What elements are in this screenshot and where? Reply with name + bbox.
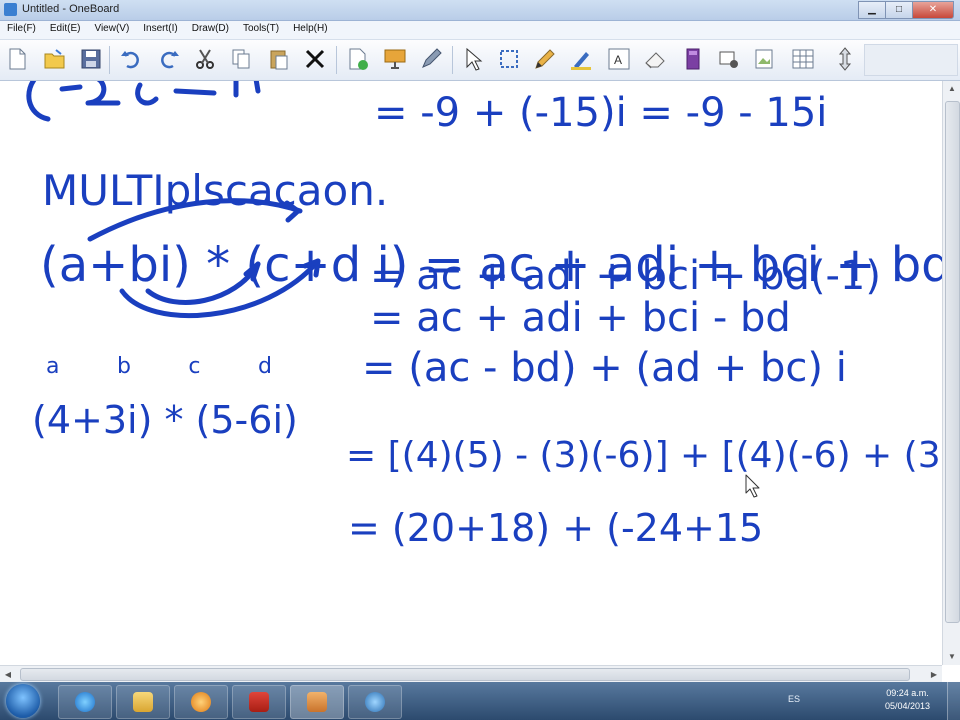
text-icon[interactable]: A xyxy=(606,46,632,72)
eraser-icon[interactable] xyxy=(642,46,668,72)
acrobat-icon xyxy=(249,692,269,712)
insert-image-icon[interactable] xyxy=(752,46,778,72)
toolbar: A xyxy=(0,40,960,81)
cut-icon[interactable] xyxy=(192,46,218,72)
menu-insert[interactable]: Insert(I) xyxy=(136,21,184,39)
menu-help[interactable]: Help(H) xyxy=(286,21,334,39)
ie-icon xyxy=(75,692,95,712)
redo-icon[interactable] xyxy=(156,46,182,72)
language-indicator[interactable]: ES xyxy=(788,694,800,704)
select-arrow-icon[interactable] xyxy=(460,46,486,72)
handwriting-layer: = -9 + (-15)i = -9 - 15i MULTIplscacaon.… xyxy=(26,81,942,550)
handwritten-top-line: = -9 + (-15)i = -9 - 15i xyxy=(374,90,827,136)
pen-settings-icon[interactable] xyxy=(418,46,444,72)
taskbar-explorer[interactable] xyxy=(116,685,170,719)
color-icon[interactable] xyxy=(680,46,706,72)
handwritten-example-labels: a b c d xyxy=(46,354,272,379)
window-title: Untitled - OneBoard xyxy=(22,3,120,15)
handwritten-step-4: = [(4)(5) - (3)(-6)] + [(4)(-6) + (3)(5)… xyxy=(346,435,942,476)
undo-icon[interactable] xyxy=(118,46,144,72)
horizontal-scrollbar[interactable]: ◀ ▶ xyxy=(0,665,942,683)
window-controls: ▁ □ ✕ xyxy=(858,1,954,19)
screen-capture-icon[interactable] xyxy=(382,46,408,72)
taskbar-oneboard[interactable] xyxy=(290,685,344,719)
mouse-cursor-icon xyxy=(745,474,760,498)
new-slide-icon[interactable] xyxy=(344,46,370,72)
clock[interactable]: 09:24 a.m. 05/04/2013 xyxy=(885,687,930,713)
show-desktop-button[interactable] xyxy=(947,682,960,720)
menu-file[interactable]: File(F) xyxy=(0,21,43,39)
taskbar-ie[interactable] xyxy=(58,685,112,719)
handwritten-step-5: = (20+18) + (-24+15 xyxy=(348,506,763,550)
shape-icon[interactable] xyxy=(716,46,742,72)
ink-stroke xyxy=(59,81,261,106)
menu-view[interactable]: View(V) xyxy=(87,21,136,39)
network-icon xyxy=(365,692,385,712)
open-icon[interactable] xyxy=(42,46,68,72)
copy-icon[interactable] xyxy=(228,46,254,72)
svg-text:A: A xyxy=(614,53,622,67)
folder-icon xyxy=(133,692,153,712)
scroll-left-arrow-icon[interactable]: ◀ xyxy=(0,666,16,683)
table-icon[interactable] xyxy=(790,46,816,72)
clock-time: 09:24 a.m. xyxy=(886,688,929,698)
whiteboard-canvas[interactable]: = -9 + (-15)i = -9 - 15i MULTIplscacaon.… xyxy=(0,81,942,665)
start-button[interactable] xyxy=(6,684,40,718)
menu-edit[interactable]: Edit(E) xyxy=(43,21,88,39)
scroll-up-arrow-icon[interactable]: ▲ xyxy=(943,81,960,97)
delete-icon[interactable] xyxy=(302,46,328,72)
vertical-scroll-thumb[interactable] xyxy=(945,101,960,623)
minimize-button[interactable]: ▁ xyxy=(858,1,886,19)
vertical-scrollbar[interactable]: ▲ ▼ xyxy=(942,81,960,665)
taskbar: ES 09:24 a.m. 05/04/2013 xyxy=(0,682,960,720)
taskbar-network[interactable] xyxy=(348,685,402,719)
taskbar-acrobat[interactable] xyxy=(232,685,286,719)
horizontal-scroll-thumb[interactable] xyxy=(20,668,910,681)
system-tray: ES 09:24 a.m. 05/04/2013 xyxy=(740,682,960,720)
new-page-icon[interactable] xyxy=(4,46,30,72)
highlighter-icon[interactable] xyxy=(568,46,594,72)
oneboard-icon xyxy=(307,692,327,712)
menu-draw[interactable]: Draw(D) xyxy=(185,21,236,39)
paste-icon[interactable] xyxy=(266,46,292,72)
taskbar-media-player[interactable] xyxy=(174,685,228,719)
ink-stroke xyxy=(26,81,51,122)
save-icon[interactable] xyxy=(78,46,104,72)
scroll-down-arrow-icon[interactable]: ▼ xyxy=(943,649,960,665)
close-button[interactable]: ✕ xyxy=(912,1,954,19)
select-region-icon[interactable] xyxy=(496,46,522,72)
handwritten-example: (4+3i) * (5-6i) xyxy=(32,398,298,442)
menu-tools[interactable]: Tools(T) xyxy=(236,21,286,39)
handwritten-heading: MULTIplscacaon. xyxy=(42,166,388,215)
handwritten-step-3: = (ac - bd) + (ad + bc) i xyxy=(362,345,847,391)
app-icon xyxy=(4,3,17,16)
media-player-icon xyxy=(191,692,211,712)
pen-icon[interactable] xyxy=(532,46,558,72)
toolbar-blank-area xyxy=(864,44,958,76)
scroll-icon[interactable] xyxy=(832,46,858,72)
menu-bar: File(F) Edit(E) View(V) Insert(I) Draw(D… xyxy=(0,21,960,40)
title-bar: Untitled - OneBoard ▁ □ ✕ xyxy=(0,0,960,21)
clock-date: 05/04/2013 xyxy=(884,701,930,711)
handwritten-step-1: = ac + adi + bci + bd(-1) xyxy=(370,253,881,299)
scroll-right-arrow-icon[interactable]: ▶ xyxy=(926,666,942,683)
maximize-button[interactable]: □ xyxy=(885,1,913,19)
handwritten-step-2: = ac + adi + bci - bd xyxy=(370,295,791,341)
